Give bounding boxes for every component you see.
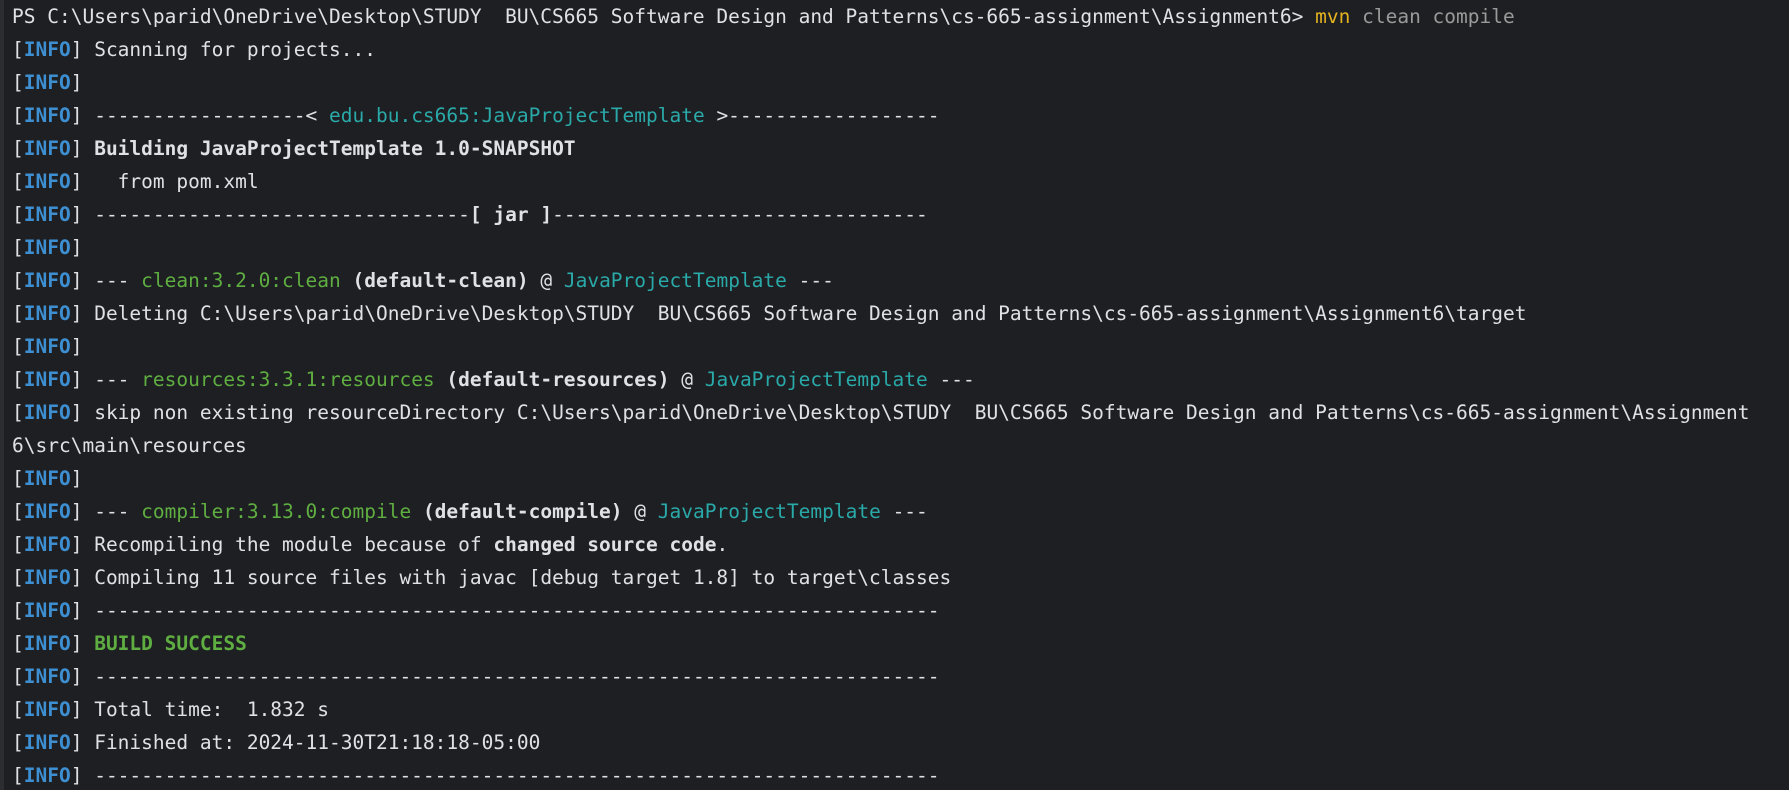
build-status: BUILD SUCCESS <box>94 632 247 655</box>
info-tag: INFO <box>23 731 71 754</box>
info-tag: INFO <box>23 269 71 292</box>
info-tag: INFO <box>23 566 71 589</box>
log-line: [INFO] Finished at: 2024-11-30T21:18:18-… <box>12 731 541 754</box>
log-text: from pom.xml <box>94 170 259 193</box>
log-text: skip non existing resourceDirectory C:\U… <box>94 401 1750 424</box>
log-line: [INFO] Recompiling the module because of… <box>12 533 729 556</box>
log-text: ------------------< <box>94 104 330 127</box>
log-text: Compiling 11 source files with javac [de… <box>94 566 952 589</box>
log-line: [INFO] Deleting C:\Users\parid\OneDrive\… <box>12 302 1527 325</box>
project-name: JavaProjectTemplate <box>704 368 928 391</box>
finished-at: Finished at: 2024-11-30T21:18:18-05:00 <box>94 731 541 754</box>
log-line: [INFO] skip non existing resourceDirecto… <box>12 401 1750 424</box>
terminal-output[interactable]: PS C:\Users\parid\OneDrive\Desktop\STUDY… <box>0 0 1789 790</box>
total-time: Total time: 1.832 s <box>94 698 330 721</box>
command-args: clean compile <box>1350 5 1515 28</box>
log-line: [INFO] --- compiler:3.13.0:compile (defa… <box>12 500 928 523</box>
info-tag: INFO <box>23 104 71 127</box>
log-text: --- <box>94 269 142 292</box>
log-line: [INFO] <box>12 335 83 358</box>
project-coordinates: edu.bu.cs665:JavaProjectTemplate <box>329 104 705 127</box>
log-line: [INFO] BUILD SUCCESS <box>12 632 247 655</box>
separator: ----------------------------------------… <box>94 665 940 688</box>
log-line: [INFO] --- resources:3.3.1:resources (de… <box>12 368 975 391</box>
log-line: [INFO] ---------------------------------… <box>12 764 940 787</box>
execution-id: (default-clean) <box>340 269 529 292</box>
separator: ----------------------------------------… <box>94 599 940 622</box>
packaging-label: [ jar ] <box>469 203 553 226</box>
prompt-line: PS C:\Users\parid\OneDrive\Desktop\STUDY… <box>12 0 1789 33</box>
log-text: --- <box>927 368 975 391</box>
log-line-wrap: 6\src\main\resources <box>12 429 1789 462</box>
info-tag: INFO <box>23 665 71 688</box>
log-text: @ <box>669 368 705 391</box>
plugin-goal: resources:3.3.1:resources <box>141 368 435 391</box>
log-line: [INFO] Compiling 11 source files with ja… <box>12 566 952 589</box>
log-line: [INFO] Building JavaProjectTemplate 1.0-… <box>12 137 576 160</box>
log-text: --- <box>880 500 928 523</box>
log-text: --- <box>94 368 142 391</box>
separator: ----------------------------------------… <box>94 764 940 787</box>
info-tag: INFO <box>23 203 71 226</box>
info-tag: INFO <box>23 533 71 556</box>
command-name: mvn <box>1315 5 1351 28</box>
log-text: . <box>716 533 729 556</box>
log-text: --- <box>786 269 834 292</box>
info-tag: INFO <box>23 236 71 259</box>
log-text: Recompiling the module because of <box>94 533 494 556</box>
info-tag: INFO <box>23 599 71 622</box>
log-line: [INFO] --------------------------------[… <box>12 203 928 226</box>
info-tag: INFO <box>23 137 71 160</box>
plugin-goal: clean:3.2.0:clean <box>141 269 341 292</box>
project-name: JavaProjectTemplate <box>563 269 787 292</box>
info-tag: INFO <box>23 467 71 490</box>
plugin-goal: compiler:3.13.0:compile <box>141 500 412 523</box>
log-line: [INFO] Total time: 1.832 s <box>12 698 330 721</box>
prompt-path: PS C:\Users\parid\OneDrive\Desktop\STUDY… <box>12 5 1316 28</box>
info-tag: INFO <box>23 71 71 94</box>
info-tag: INFO <box>23 302 71 325</box>
log-text: --- <box>94 500 142 523</box>
info-tag: INFO <box>23 38 71 61</box>
log-line: [INFO] --- clean:3.2.0:clean (default-cl… <box>12 269 834 292</box>
log-line: [INFO] <box>12 467 83 490</box>
info-tag: INFO <box>23 368 71 391</box>
log-line: [INFO] ------------------< edu.bu.cs665:… <box>12 104 940 127</box>
project-name: JavaProjectTemplate <box>657 500 881 523</box>
log-text: @ <box>528 269 564 292</box>
info-tag: INFO <box>23 170 71 193</box>
log-line: [INFO] ---------------------------------… <box>12 599 940 622</box>
log-text: Scanning for projects... <box>94 38 376 61</box>
log-text: Deleting C:\Users\parid\OneDrive\Desktop… <box>94 302 1527 325</box>
building-heading: Building JavaProjectTemplate 1.0-SNAPSHO… <box>94 137 576 160</box>
info-tag: INFO <box>23 335 71 358</box>
info-tag: INFO <box>23 764 71 787</box>
log-line: [INFO] <box>12 236 83 259</box>
log-text: -------------------------------- <box>552 203 928 226</box>
execution-id: (default-compile) <box>411 500 623 523</box>
log-text: -------------------------------- <box>94 203 470 226</box>
log-text: @ <box>622 500 658 523</box>
info-tag: INFO <box>23 632 71 655</box>
info-tag: INFO <box>23 401 71 424</box>
info-tag: INFO <box>23 500 71 523</box>
log-line: [INFO] <box>12 71 83 94</box>
log-text: >------------------ <box>704 104 940 127</box>
log-line: [INFO] Scanning for projects... <box>12 38 376 61</box>
execution-id: (default-resources) <box>434 368 670 391</box>
log-line: [INFO] from pom.xml <box>12 170 259 193</box>
info-tag: INFO <box>23 698 71 721</box>
log-line: [INFO] ---------------------------------… <box>12 665 940 688</box>
log-emphasis: changed source code <box>493 533 717 556</box>
log-text: 6\src\main\resources <box>12 434 247 457</box>
